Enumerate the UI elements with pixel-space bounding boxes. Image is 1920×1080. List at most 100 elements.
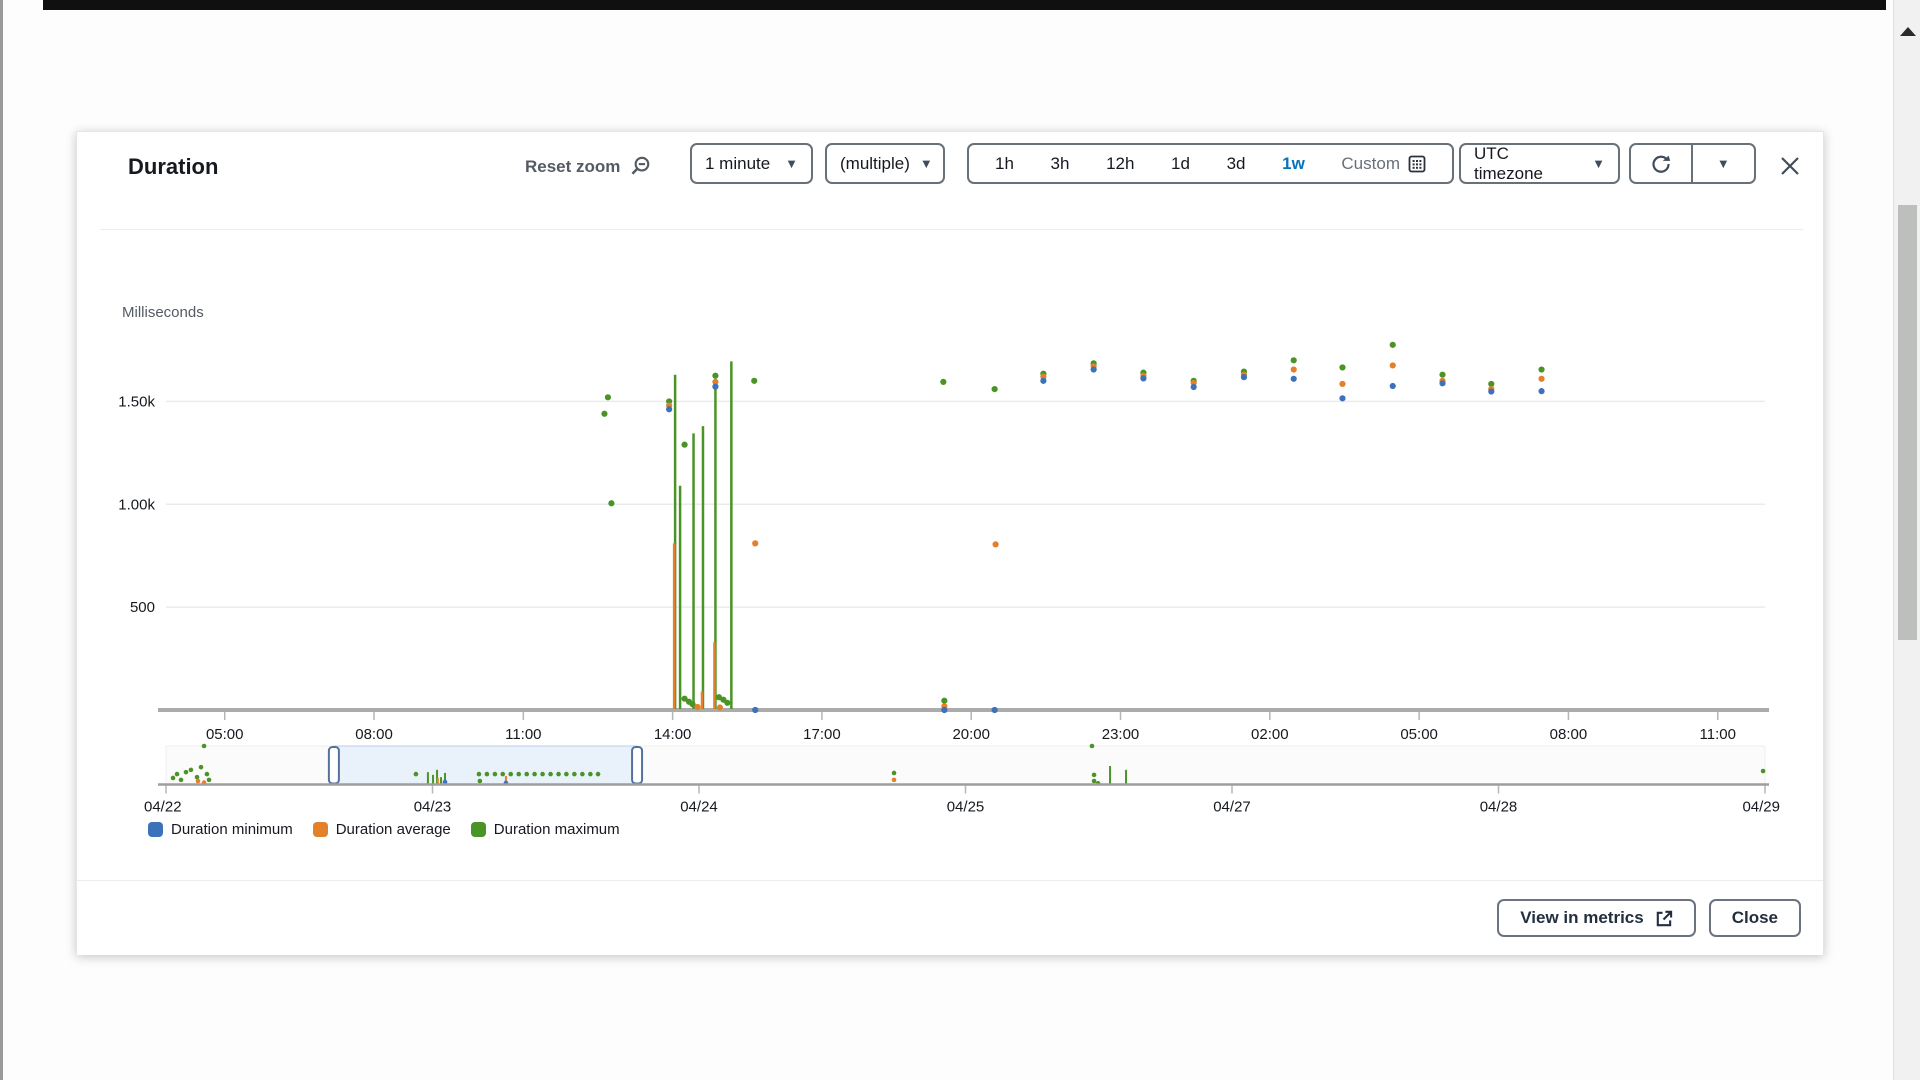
- scroll-up-arrow-icon[interactable]: [1900, 27, 1916, 36]
- data-point: [1439, 380, 1445, 386]
- overview-dot: [532, 772, 537, 777]
- x-tick-label: 08:00: [355, 726, 393, 743]
- x-tick-label: 05:00: [1400, 726, 1438, 743]
- data-point: [993, 541, 999, 547]
- data-point: [941, 698, 947, 704]
- external-link-icon: [1654, 909, 1673, 928]
- data-point: [717, 704, 723, 710]
- data-point: [608, 500, 614, 506]
- overview-dot: [580, 772, 585, 777]
- overview-dot: [477, 772, 482, 777]
- x-tick-label: 17:00: [803, 726, 841, 743]
- legend-label: Duration minimum: [171, 821, 293, 838]
- modal-footer: View in metrics Close: [77, 881, 1823, 955]
- series-duration-maximum-points: [601, 342, 1544, 708]
- legend-swatch: [471, 822, 486, 837]
- overview-dot: [189, 768, 194, 773]
- data-point: [1390, 383, 1396, 389]
- y-tick-label: 1.00k: [118, 496, 155, 513]
- date-label: 04/24: [680, 799, 718, 816]
- view-in-metrics-label: View in metrics: [1520, 908, 1643, 928]
- data-point: [601, 411, 607, 417]
- x-tick-label: 08:00: [1550, 726, 1588, 743]
- overview-dot: [493, 772, 498, 777]
- overview-dot: [202, 744, 207, 749]
- x-tick-label: 14:00: [654, 726, 692, 743]
- data-point: [694, 704, 700, 710]
- view-in-metrics-button[interactable]: View in metrics: [1497, 899, 1695, 937]
- brush-selection[interactable]: [334, 746, 637, 785]
- data-point: [1538, 376, 1544, 382]
- data-point: [724, 700, 730, 706]
- brush-handle-left[interactable]: [329, 747, 339, 784]
- x-tick-label: 05:00: [206, 726, 244, 743]
- data-point: [1140, 375, 1146, 381]
- legend-label: Duration average: [336, 821, 451, 838]
- data-point: [1040, 378, 1046, 384]
- overview-dot: [588, 772, 593, 777]
- window-top-bar: [43, 0, 1886, 10]
- overview-dot: [205, 772, 210, 777]
- series-duration-average-points: [666, 362, 1545, 710]
- data-point: [1339, 381, 1345, 387]
- data-point: [940, 379, 946, 385]
- x-axis: 05:0008:0011:0014:0017:0020:0023:0002:00…: [158, 710, 1769, 743]
- data-point: [712, 384, 718, 390]
- legend-label: Duration maximum: [494, 821, 620, 838]
- overview-dot: [500, 772, 505, 777]
- chart-legend: Duration minimum Duration average Duration…: [148, 821, 620, 838]
- data-point: [1390, 342, 1396, 348]
- data-point: [1538, 388, 1544, 394]
- page-scrollbar[interactable]: [1893, 0, 1920, 1080]
- y-tick-label: 500: [130, 599, 155, 616]
- overview-dot: [207, 778, 212, 783]
- data-point: [1291, 366, 1297, 372]
- date-label: 04/28: [1480, 799, 1518, 816]
- legend-item[interactable]: Duration average: [313, 821, 451, 838]
- legend-item[interactable]: Duration maximum: [471, 821, 620, 838]
- x-tick-label: 23:00: [1102, 726, 1140, 743]
- overview-dot: [1092, 779, 1097, 784]
- data-point: [992, 386, 998, 392]
- overview-dot: [540, 772, 545, 777]
- data-point: [992, 707, 998, 713]
- data-point: [1339, 395, 1345, 401]
- overview-dot: [556, 772, 561, 777]
- overview-dot: [516, 772, 521, 777]
- date-label: 04/23: [414, 799, 452, 816]
- scrollbar-thumb[interactable]: [1898, 205, 1917, 640]
- overview-dot: [596, 772, 601, 777]
- series-duration-minimum-points: [666, 366, 1545, 713]
- brush-handle-right[interactable]: [632, 747, 642, 784]
- close-button-label: Close: [1732, 908, 1778, 928]
- screen: Duration Reset zoom 1 minute ▼ (multiple…: [0, 0, 1920, 1080]
- series-duration-maximum-spikes: [675, 361, 731, 709]
- overview-strip[interactable]: 04/2204/2304/2404/2504/2704/2804/29: [144, 744, 1780, 816]
- data-point: [605, 394, 611, 400]
- date-label: 04/22: [144, 799, 182, 816]
- overview-dot: [508, 772, 513, 777]
- data-point: [1191, 384, 1197, 390]
- window-left-edge: [0, 0, 3, 1080]
- data-point: [1439, 372, 1445, 378]
- overview-dot: [572, 772, 577, 777]
- data-point: [1339, 364, 1345, 370]
- overview-dot: [892, 778, 897, 783]
- overview-dot: [485, 772, 490, 777]
- legend-item[interactable]: Duration minimum: [148, 821, 293, 838]
- overview-dot: [196, 779, 201, 784]
- data-point: [941, 707, 947, 713]
- overview-dot: [175, 772, 180, 777]
- overview-dot: [478, 779, 483, 784]
- data-point: [1091, 366, 1097, 372]
- data-point: [712, 373, 718, 379]
- overview-dot: [524, 772, 529, 777]
- overview-dot: [199, 765, 204, 770]
- x-tick-label: 02:00: [1251, 726, 1289, 743]
- data-point: [666, 406, 672, 412]
- data-point: [752, 540, 758, 546]
- legend-swatch: [148, 822, 163, 837]
- close-button[interactable]: Close: [1709, 899, 1801, 937]
- data-point: [752, 707, 758, 713]
- data-point: [1488, 388, 1494, 394]
